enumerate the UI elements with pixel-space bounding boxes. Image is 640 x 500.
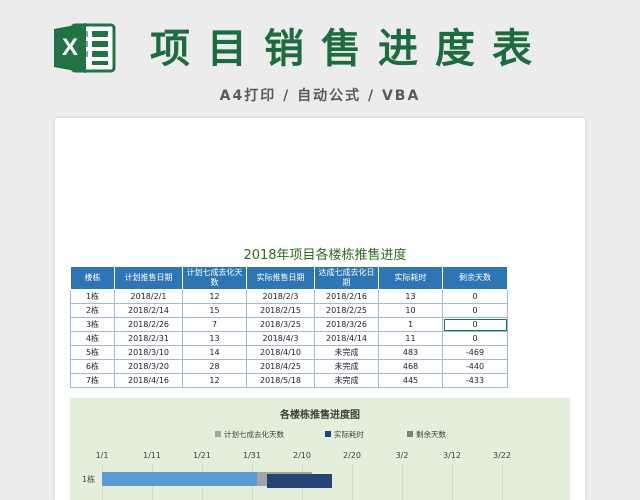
legend-item-actual: 实际耗时 [325, 429, 364, 440]
table-row: 1栋 2018/2/1 12 2018/2/3 2018/2/16 13 0 [70, 289, 508, 304]
x-tick-label: 1/11 [143, 451, 161, 460]
table-cell[interactable]: 2018/3/26 [314, 317, 379, 332]
table-cell[interactable]: 0 [442, 331, 508, 346]
sheet-title: 2018年项目各楼栋推售进度 [243, 248, 407, 263]
col-header[interactable]: 剩余天数 [442, 266, 508, 290]
col-header[interactable]: 实际推售日期 [246, 266, 315, 290]
banner: X 项目销售进度表 A4打印 / 自动公式 / VBA [0, 0, 640, 110]
table-cell[interactable]: 0 [442, 303, 508, 318]
x-tick-label: 1/31 [243, 451, 261, 460]
table-cell[interactable]: 15 [182, 303, 247, 318]
table-cell[interactable]: 468 [378, 359, 443, 374]
table-cell[interactable]: 2018/2/25 [314, 303, 379, 318]
table-cell[interactable]: 3栋 [70, 317, 115, 332]
table-cell[interactable]: 2018/4/16 [114, 373, 183, 388]
table-cell[interactable]: -440 [442, 359, 508, 374]
table-cell[interactable]: 2018/4/25 [246, 359, 315, 374]
table-header-row: 楼栋 计划推售日期 计划七成去化天数 实际推售日期 达成七成去化日期 实际耗时 … [70, 266, 508, 290]
table-cell[interactable]: 5栋 [70, 345, 115, 360]
col-header[interactable]: 楼栋 [70, 266, 115, 290]
page-subtitle: A4打印 / 自动公式 / VBA [219, 88, 421, 104]
x-tick-label: 3/22 [493, 451, 511, 460]
x-tick-label: 2/20 [343, 451, 361, 460]
icon-letter: X [62, 34, 78, 61]
table-cell[interactable]: 7 [182, 317, 247, 332]
x-tick-label: 3/12 [443, 451, 461, 460]
table-cell[interactable]: 1栋 [70, 289, 115, 304]
table-cell[interactable]: 未完成 [314, 359, 379, 374]
table-row: 7栋 2018/4/16 12 2018/5/18 未完成 445 -433 [70, 373, 508, 388]
table-cell[interactable]: 2018/4/10 [246, 345, 315, 360]
table-cell[interactable]: 2栋 [70, 303, 115, 318]
table-cell[interactable]: 2018/3/25 [246, 317, 315, 332]
table-cell[interactable]: 12 [182, 373, 247, 388]
table-row: 4栋 2018/2/31 13 2018/4/3 2018/4/14 11 0 [70, 331, 508, 346]
excel-icon: X [54, 23, 116, 73]
table-cell[interactable]: 14 [182, 345, 247, 360]
table-cell[interactable]: 483 [378, 345, 443, 360]
table-cell[interactable]: 11 [378, 331, 443, 346]
table-cell[interactable]: 12 [182, 289, 247, 304]
x-tick-label: 3/2 [395, 451, 409, 460]
table-cell[interactable]: 2018/2/16 [314, 289, 379, 304]
table-cell[interactable]: 2018/2/26 [114, 317, 183, 332]
col-header[interactable]: 实际耗时 [378, 266, 443, 290]
table-cell[interactable]: -469 [442, 345, 508, 360]
gridline [502, 464, 503, 500]
progress-chart[interactable]: 各楼栋推售进度图 计划七成去化天数 实际耗时 剩余天数 1栋 1/1 1/11 1/… [70, 398, 570, 500]
table-cell[interactable]: 2018/2/1 [114, 289, 183, 304]
col-header[interactable]: 计划推售日期 [114, 266, 183, 290]
x-tick-label: 1/1 [95, 451, 109, 460]
x-tick-label: 2/10 [293, 451, 311, 460]
gridline [402, 464, 403, 500]
spreadsheet-preview: 2018年项目各楼栋推售进度 楼栋 计划推售日期 计划七成去化天数 实际推售日期… [55, 118, 585, 500]
table-cell[interactable]: 2018/2/14 [114, 303, 183, 318]
gridline [352, 464, 353, 500]
col-header[interactable]: 达成七成去化日期 [314, 266, 379, 290]
category-label: 1栋 [82, 475, 96, 484]
table-row: 3栋 2018/2/26 7 2018/3/25 2018/3/26 1 0 [70, 317, 508, 332]
table-cell[interactable]: 2018/3/20 [114, 359, 183, 374]
table-row: 6栋 2018/3/20 28 2018/4/25 未完成 468 -440 [70, 359, 508, 374]
table-cell[interactable]: 445 [378, 373, 443, 388]
progress-table: 楼栋 计划推售日期 计划七成去化天数 实际推售日期 达成七成去化日期 实际耗时 … [70, 266, 508, 388]
gridline [452, 464, 453, 500]
table-cell[interactable]: 2018/3/10 [114, 345, 183, 360]
legend-item-planned: 计划七成去化天数 [215, 429, 284, 440]
selected-cell[interactable]: 0 [442, 317, 508, 332]
table-cell[interactable]: 2018/2/15 [246, 303, 315, 318]
table-cell[interactable]: 未完成 [314, 345, 379, 360]
table-cell[interactable]: 2018/2/31 [114, 331, 183, 346]
table-cell[interactable]: 7栋 [70, 373, 115, 388]
table-cell[interactable]: 2018/2/3 [246, 289, 315, 304]
table-cell[interactable]: 28 [182, 359, 247, 374]
page-title: 项目销售进度表 [150, 26, 549, 72]
table-cell[interactable]: 6栋 [70, 359, 115, 374]
table-cell[interactable]: 2018/5/18 [246, 373, 315, 388]
table-cell[interactable]: -433 [442, 373, 508, 388]
table-row: 2栋 2018/2/14 15 2018/2/15 2018/2/25 10 0 [70, 303, 508, 318]
table-cell[interactable]: 未完成 [314, 373, 379, 388]
col-header[interactable]: 计划七成去化天数 [182, 266, 247, 290]
table-cell[interactable]: 13 [182, 331, 247, 346]
table-cell[interactable]: 4栋 [70, 331, 115, 346]
bar-actual[interactable] [267, 474, 332, 488]
table-cell[interactable]: 2018/4/3 [246, 331, 315, 346]
table-cell[interactable]: 1 [378, 317, 443, 332]
chart-title: 各楼栋推售进度图 [280, 410, 360, 421]
legend-item-remaining: 剩余天数 [407, 429, 446, 440]
table-row: 5栋 2018/3/10 14 2018/4/10 未完成 483 -469 [70, 345, 508, 360]
table-cell[interactable]: 13 [378, 289, 443, 304]
table-cell[interactable]: 2018/4/14 [314, 331, 379, 346]
table-cell[interactable]: 0 [442, 289, 508, 304]
x-tick-label: 1/21 [193, 451, 211, 460]
table-cell[interactable]: 10 [378, 303, 443, 318]
bar-planned[interactable] [102, 472, 257, 486]
